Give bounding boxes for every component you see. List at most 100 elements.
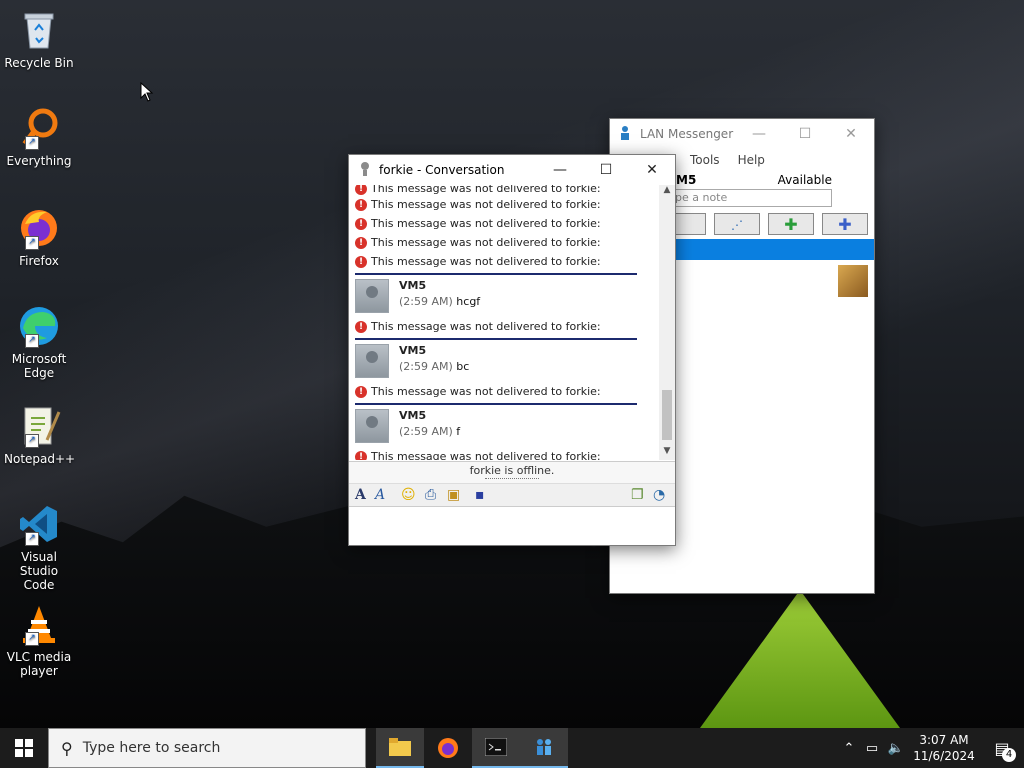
shortcut-arrow-icon: ↗ bbox=[25, 632, 39, 646]
history-icon[interactable]: ❐ bbox=[631, 487, 653, 503]
lan-titlebar[interactable]: LAN Messenger — ☐ ✕ bbox=[610, 119, 874, 149]
start-button[interactable] bbox=[0, 728, 48, 768]
minimize-button[interactable]: — bbox=[537, 155, 583, 185]
menu-tools[interactable]: Tools bbox=[690, 153, 720, 167]
taskbar-lan-messenger[interactable] bbox=[520, 728, 568, 768]
compose-toolbar: A A ☺ ⎙ ▣ ▪ ❐ ◔ bbox=[349, 483, 675, 507]
broadcast-button[interactable]: ⋰ bbox=[714, 213, 760, 235]
desktop-icon-edge[interactable]: ↗ Microsoft Edge bbox=[4, 304, 74, 380]
folder-icon bbox=[389, 738, 411, 756]
desktop-icon-label: Recycle Bin bbox=[4, 56, 74, 70]
network-icon[interactable]: ▭ bbox=[860, 741, 884, 756]
message-item: VM5 (2:59 AM) f bbox=[349, 407, 659, 447]
message-history[interactable]: ! This message was not delivered to fork… bbox=[349, 185, 659, 460]
message-item: VM5 (2:59 AM) hcgf bbox=[349, 277, 659, 317]
message-text: bc bbox=[456, 360, 470, 373]
error-text: This message was not delivered to forkie… bbox=[371, 198, 601, 211]
desktop-icon-label: Microsoft Edge bbox=[11, 352, 67, 380]
scroll-thumb[interactable] bbox=[662, 390, 672, 440]
firefox-icon bbox=[438, 738, 458, 758]
desktop-icon-label: VLC media player bbox=[6, 650, 72, 678]
status-bar: forkie is offline. bbox=[349, 461, 675, 484]
add-contact-button[interactable]: ✚ bbox=[768, 213, 814, 235]
error-text: This message was not delivered to forkie… bbox=[371, 255, 601, 268]
maximize-button[interactable]: ☐ bbox=[583, 155, 629, 185]
shortcut-arrow-icon: ↗ bbox=[25, 532, 39, 546]
shortcut-arrow-icon: ↗ bbox=[25, 334, 39, 348]
message-text: f bbox=[456, 425, 461, 438]
scroll-up-icon[interactable]: ▲ bbox=[659, 185, 675, 199]
search-box[interactable]: ⚲ Type here to search bbox=[48, 728, 366, 768]
smiley-icon[interactable]: ☺ bbox=[401, 487, 425, 503]
lan-window-title: LAN Messenger bbox=[640, 127, 734, 141]
taskbar-file-explorer[interactable] bbox=[376, 728, 424, 768]
notepadpp-icon: ↗ bbox=[17, 404, 61, 448]
volume-icon[interactable]: 🔈 bbox=[884, 741, 908, 756]
desktop-icon-firefox[interactable]: ↗ Firefox bbox=[4, 206, 74, 268]
lan-status[interactable]: Available bbox=[778, 173, 832, 187]
desktop-icon-label: Notepad++ bbox=[4, 452, 76, 466]
avatar bbox=[355, 344, 389, 378]
error-line: ! This message was not delivered to fork… bbox=[349, 195, 659, 214]
error-icon: ! bbox=[355, 185, 367, 195]
desktop-icon-recycle-bin[interactable]: Recycle Bin bbox=[4, 8, 74, 70]
conversation-window[interactable]: forkie - Conversation — ☐ ✕ ! This messa… bbox=[348, 154, 676, 546]
minimize-button[interactable]: — bbox=[736, 119, 782, 149]
notification-count: 4 bbox=[1002, 748, 1016, 762]
everything-search-icon: ↗ bbox=[17, 106, 61, 150]
puzzle-green-icon: ✚ bbox=[784, 215, 798, 234]
conversation-titlebar[interactable]: forkie - Conversation — ☐ ✕ bbox=[349, 155, 675, 185]
vscode-icon: ↗ bbox=[17, 502, 61, 546]
recycle-bin-icon bbox=[17, 8, 61, 52]
tools-button[interactable]: ✚ bbox=[822, 213, 868, 235]
desktop: Recycle Bin ↗ Everything ↗ Firefox ↗ Mic… bbox=[0, 0, 1024, 728]
font-color-icon[interactable]: A bbox=[375, 487, 401, 503]
message-text: hcgf bbox=[456, 295, 481, 308]
menu-help[interactable]: Help bbox=[738, 153, 765, 167]
transfers-icon[interactable]: ◔ bbox=[653, 487, 675, 503]
contact-avatar bbox=[838, 265, 868, 297]
maximize-button[interactable]: ☐ bbox=[782, 119, 828, 149]
error-icon: ! bbox=[355, 255, 367, 268]
shortcut-arrow-icon: ↗ bbox=[25, 434, 39, 448]
error-icon: ! bbox=[355, 385, 367, 398]
lan-messenger-logo-icon bbox=[618, 125, 636, 144]
desktop-icon-vlc[interactable]: ↗ VLC media player bbox=[4, 602, 74, 678]
clock[interactable]: 3:07 AM 11/6/2024 bbox=[908, 732, 980, 764]
chevron-up-icon[interactable]: ⌃ bbox=[838, 741, 860, 756]
error-line-partial: ! This message was not delivered to fork… bbox=[349, 185, 659, 195]
error-icon: ! bbox=[355, 217, 367, 230]
save-icon[interactable]: ▪ bbox=[475, 487, 495, 503]
send-folder-icon[interactable]: ▣ bbox=[447, 487, 475, 503]
font-icon[interactable]: A bbox=[355, 487, 375, 503]
message-scrollbar[interactable]: ▲ ▼ bbox=[659, 185, 675, 460]
desktop-icon-label: Firefox bbox=[19, 254, 59, 268]
taskbar-firefox[interactable] bbox=[424, 728, 472, 768]
desktop-icon-notepadpp[interactable]: ↗ Notepad++ bbox=[4, 404, 76, 466]
desktop-icon-everything[interactable]: ↗ Everything bbox=[4, 106, 74, 168]
message-sender: VM5 bbox=[399, 409, 427, 422]
search-placeholder: Type here to search bbox=[82, 740, 221, 756]
notification-button[interactable]: ▤ 4 bbox=[980, 728, 1024, 768]
scroll-down-icon[interactable]: ▼ bbox=[659, 446, 675, 460]
message-time: (2:59 AM) bbox=[399, 425, 453, 438]
message-sender: VM5 bbox=[399, 344, 427, 357]
clock-date: 11/6/2024 bbox=[913, 749, 975, 763]
desktop-icon-label: Everything bbox=[6, 154, 72, 168]
conversation-window-title: forkie - Conversation bbox=[379, 163, 505, 177]
taskbar: ⚲ Type here to search ⌃ ▭ 🔈 3:07 AM 11/6… bbox=[0, 728, 1024, 768]
close-button[interactable]: ✕ bbox=[828, 119, 874, 149]
error-line: ! This message was not delivered to fork… bbox=[349, 447, 659, 460]
shortcut-arrow-icon: ↗ bbox=[25, 236, 39, 250]
offline-status: forkie is offline. bbox=[469, 464, 555, 477]
vlc-icon: ↗ bbox=[17, 602, 61, 646]
compose-input[interactable] bbox=[349, 507, 673, 543]
note-input[interactable]: pe a note bbox=[670, 189, 832, 207]
close-button[interactable]: ✕ bbox=[629, 155, 675, 185]
desktop-icon-vscode[interactable]: ↗ Visual Studio Code bbox=[4, 502, 74, 592]
avatar bbox=[355, 409, 389, 443]
taskbar-terminal[interactable] bbox=[472, 728, 520, 768]
message-time: (2:59 AM) bbox=[399, 360, 453, 373]
attach-file-icon[interactable]: ⎙ bbox=[425, 487, 447, 503]
terminal-icon bbox=[485, 738, 507, 756]
